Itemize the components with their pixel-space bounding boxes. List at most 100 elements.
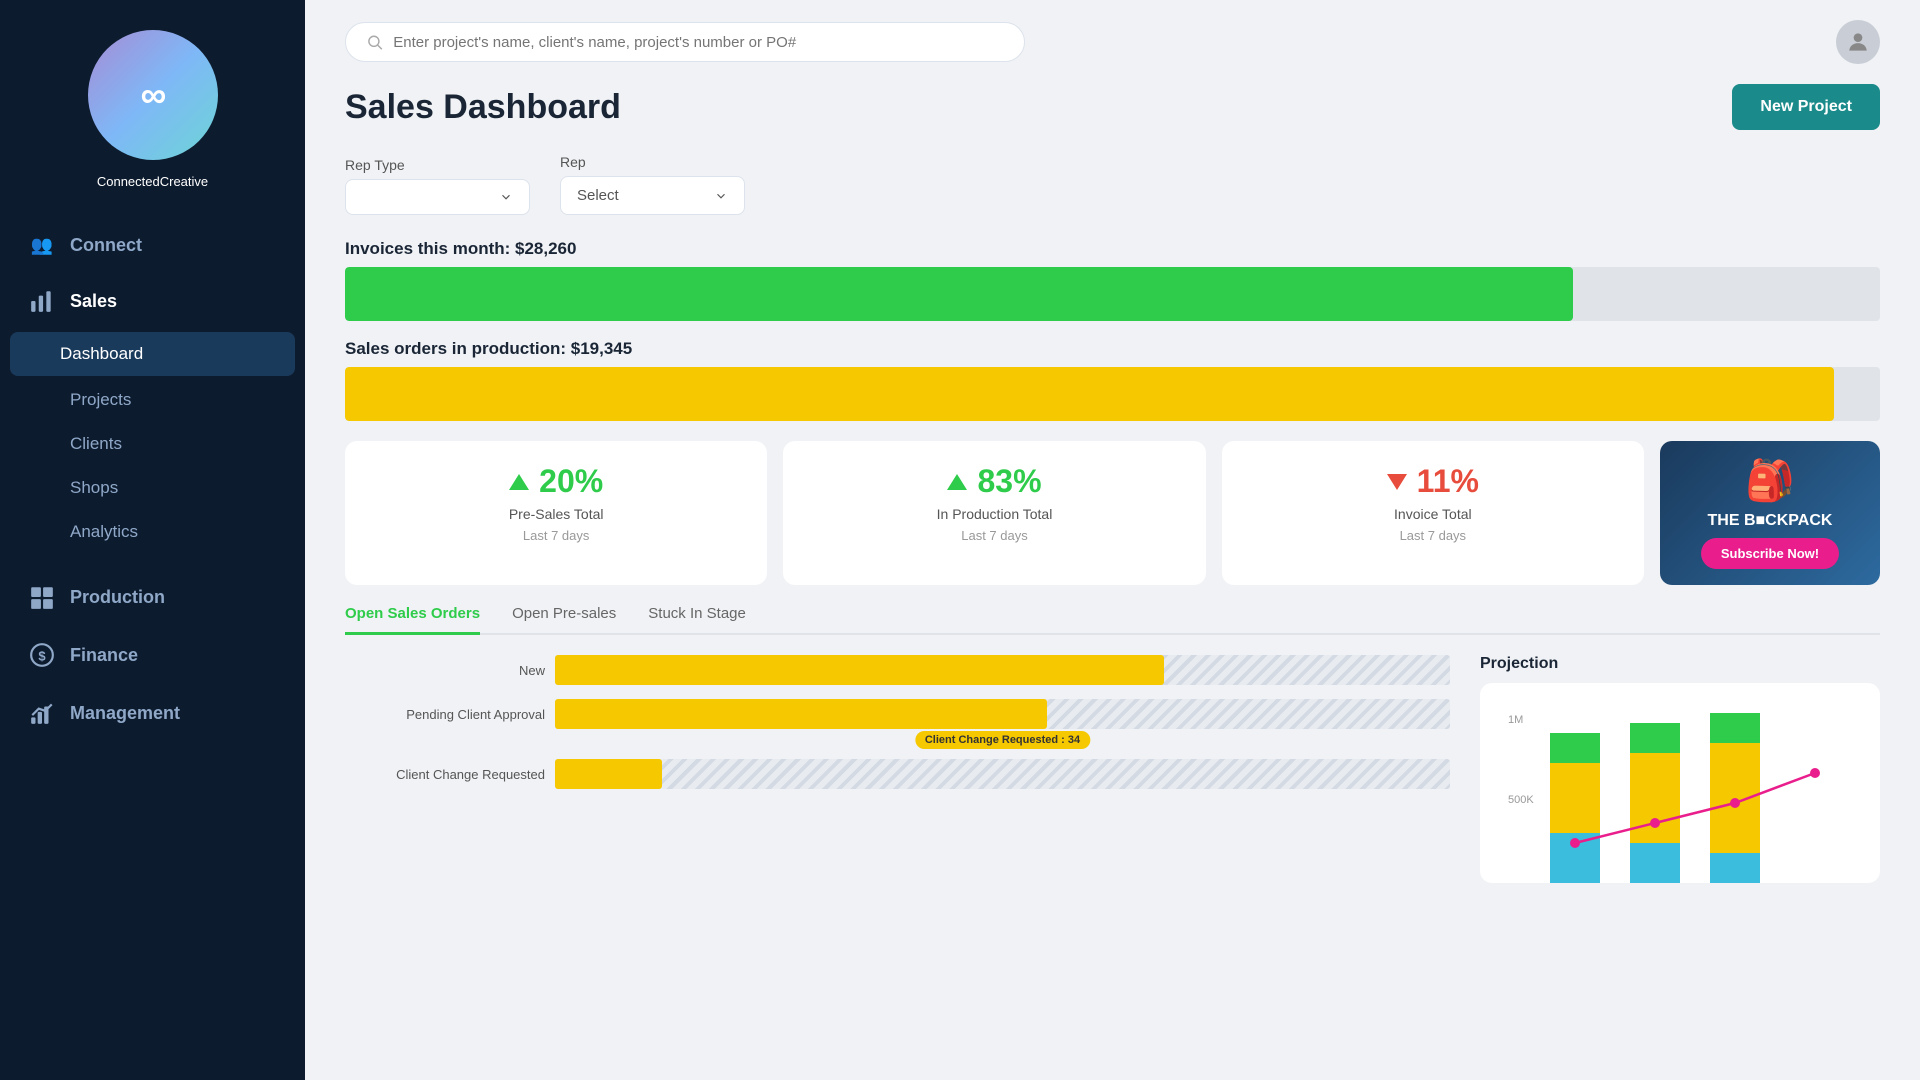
- invoice-total-sub: Last 7 days: [1400, 528, 1467, 543]
- rep-filter: Rep Select: [560, 154, 745, 215]
- rep-select[interactable]: Select: [560, 176, 745, 215]
- sidebar-item-connect-label: Connect: [70, 235, 142, 256]
- tabs-row: Open Sales Orders Open Pre-sales Stuck I…: [345, 605, 1880, 635]
- sidebar-item-management[interactable]: Management: [0, 684, 305, 742]
- rep-type-select[interactable]: [345, 179, 530, 215]
- bar-chart-row-new: New: [345, 655, 1450, 685]
- sidebar-item-sales-label: Sales: [70, 291, 117, 312]
- search-icon: [366, 33, 383, 51]
- pre-sales-desc: Pre-Sales Total: [509, 506, 604, 522]
- charts-row: New Pending Client Approval Client Chang…: [345, 655, 1880, 883]
- sidebar-item-clients[interactable]: Clients: [0, 422, 305, 466]
- invoice-total-value: 11%: [1417, 463, 1479, 500]
- connect-icon: 👥: [28, 235, 56, 256]
- invoice-total-desc: Invoice Total: [1394, 506, 1472, 522]
- in-production-card: 83% In Production Total Last 7 days: [783, 441, 1205, 585]
- invoices-label: Invoices this month: $28,260: [345, 239, 1880, 259]
- bar-chart-row-client-change: Client Change Requested: [345, 759, 1450, 789]
- bar-label-client-change: Client Change Requested: [345, 767, 545, 782]
- filters-row: Rep Type Rep Select: [345, 154, 1880, 215]
- sales-orders-bar-fill: [345, 367, 1834, 421]
- bar-wrap-pending: Client Change Requested : 34: [555, 699, 1450, 729]
- user-icon: [1845, 29, 1871, 55]
- bar-wrap-client-change: [555, 759, 1450, 789]
- sidebar-item-sales[interactable]: Sales: [0, 272, 305, 330]
- brand-name: ConnectedCreative: [97, 174, 208, 189]
- rep-type-filter: Rep Type: [345, 157, 530, 215]
- sidebar-item-finance-label: Finance: [70, 645, 138, 666]
- sidebar-item-production[interactable]: Production: [0, 568, 305, 626]
- projection-svg: 1M 500K: [1500, 703, 1860, 883]
- rep-value: Select: [577, 187, 619, 204]
- dashboard-content: Sales Dashboard New Project Rep Type Rep…: [305, 74, 1920, 1080]
- logo-infinity-icon: ∞: [141, 74, 165, 116]
- bar-fill-client-change: [555, 759, 662, 789]
- sidebar-item-dashboard[interactable]: Dashboard: [10, 332, 295, 376]
- new-project-button[interactable]: New Project: [1732, 84, 1880, 130]
- projection-chart: 1M 500K: [1480, 683, 1880, 883]
- user-avatar[interactable]: [1836, 20, 1880, 64]
- sidebar-item-projects[interactable]: Projects: [0, 378, 305, 422]
- rep-type-label: Rep Type: [345, 157, 530, 173]
- logo-area: ∞ ConnectedCreative: [0, 0, 305, 219]
- svg-text:1M: 1M: [1508, 714, 1523, 726]
- pre-sales-card: 20% Pre-Sales Total Last 7 days: [345, 441, 767, 585]
- ad-banner: 🎒 THE B■CKPACK Subscribe Now!: [1660, 441, 1880, 585]
- main-content: Sales Dashboard New Project Rep Type Rep…: [305, 0, 1920, 1080]
- invoices-stat: Invoices this month: $28,260: [345, 239, 1880, 321]
- sidebar-item-shops[interactable]: Shops: [0, 466, 305, 510]
- sales-orders-stat: Sales orders in production: $19,345: [345, 339, 1880, 421]
- in-production-desc: In Production Total: [937, 506, 1053, 522]
- header: [305, 0, 1920, 74]
- subscribe-button[interactable]: Subscribe Now!: [1701, 538, 1839, 569]
- search-bar[interactable]: [345, 22, 1025, 62]
- page-header: Sales Dashboard New Project: [345, 84, 1880, 130]
- bar-bg-client-change: [555, 759, 1450, 789]
- sidebar-item-connect[interactable]: 👥 Connect: [0, 219, 305, 272]
- rep-label: Rep: [560, 154, 745, 170]
- invoices-bar-fill: [345, 267, 1573, 321]
- bar-fill-pending: [555, 699, 1047, 729]
- bar-chart-area: New Pending Client Approval Client Chang…: [345, 655, 1450, 883]
- backpack-icon: 🎒: [1745, 457, 1795, 504]
- in-production-sub: Last 7 days: [961, 528, 1028, 543]
- sales-orders-label: Sales orders in production: $19,345: [345, 339, 1880, 359]
- management-icon: [28, 700, 56, 726]
- tab-open-sales[interactable]: Open Sales Orders: [345, 605, 480, 635]
- metrics-row: 20% Pre-Sales Total Last 7 days 83% In P…: [345, 441, 1880, 585]
- sidebar-item-finance[interactable]: $ Finance: [0, 626, 305, 684]
- bar-label-new: New: [345, 663, 545, 678]
- svg-text:$: $: [38, 648, 46, 663]
- sales-sub-nav: Dashboard Projects Clients Shops Analyti…: [0, 330, 305, 554]
- svg-text:500K: 500K: [1508, 794, 1534, 806]
- bar-fill-new: [555, 655, 1164, 685]
- tab-open-presales[interactable]: Open Pre-sales: [512, 605, 616, 635]
- bar-wrap-new: [555, 655, 1450, 685]
- production-icon: [28, 584, 56, 610]
- page-title: Sales Dashboard: [345, 88, 621, 127]
- sales-orders-bar-container: [345, 367, 1880, 421]
- rep-chevron-icon: [714, 189, 728, 203]
- search-input[interactable]: [393, 34, 1004, 51]
- tooltip-badge-pending: Client Change Requested : 34: [915, 731, 1090, 749]
- sidebar-item-analytics[interactable]: Analytics: [0, 510, 305, 554]
- nav-section: 👥 Connect Sales Dashboard Projects: [0, 219, 305, 742]
- pre-sales-sub: Last 7 days: [523, 528, 590, 543]
- sidebar-item-production-label: Production: [70, 587, 165, 608]
- ad-title: THE B■CKPACK: [1708, 512, 1833, 530]
- chevron-down-icon: [499, 190, 513, 204]
- up-arrow-icon: [509, 474, 529, 490]
- sidebar-item-management-label: Management: [70, 703, 180, 724]
- finance-icon: $: [28, 642, 56, 668]
- invoice-total-card: 11% Invoice Total Last 7 days: [1222, 441, 1644, 585]
- sidebar: ∞ ConnectedCreative 👥 Connect Sales Dash…: [0, 0, 305, 1080]
- logo-circle: ∞: [88, 30, 218, 160]
- projection-area: Projection 1M 500K: [1480, 655, 1880, 883]
- in-production-value: 83%: [977, 463, 1041, 500]
- tab-stuck[interactable]: Stuck In Stage: [648, 605, 746, 635]
- sales-icon: [28, 288, 56, 314]
- projection-title: Projection: [1480, 655, 1880, 673]
- bar-label-pending: Pending Client Approval: [345, 707, 545, 722]
- invoices-bar-container: [345, 267, 1880, 321]
- pre-sales-value: 20%: [539, 463, 603, 500]
